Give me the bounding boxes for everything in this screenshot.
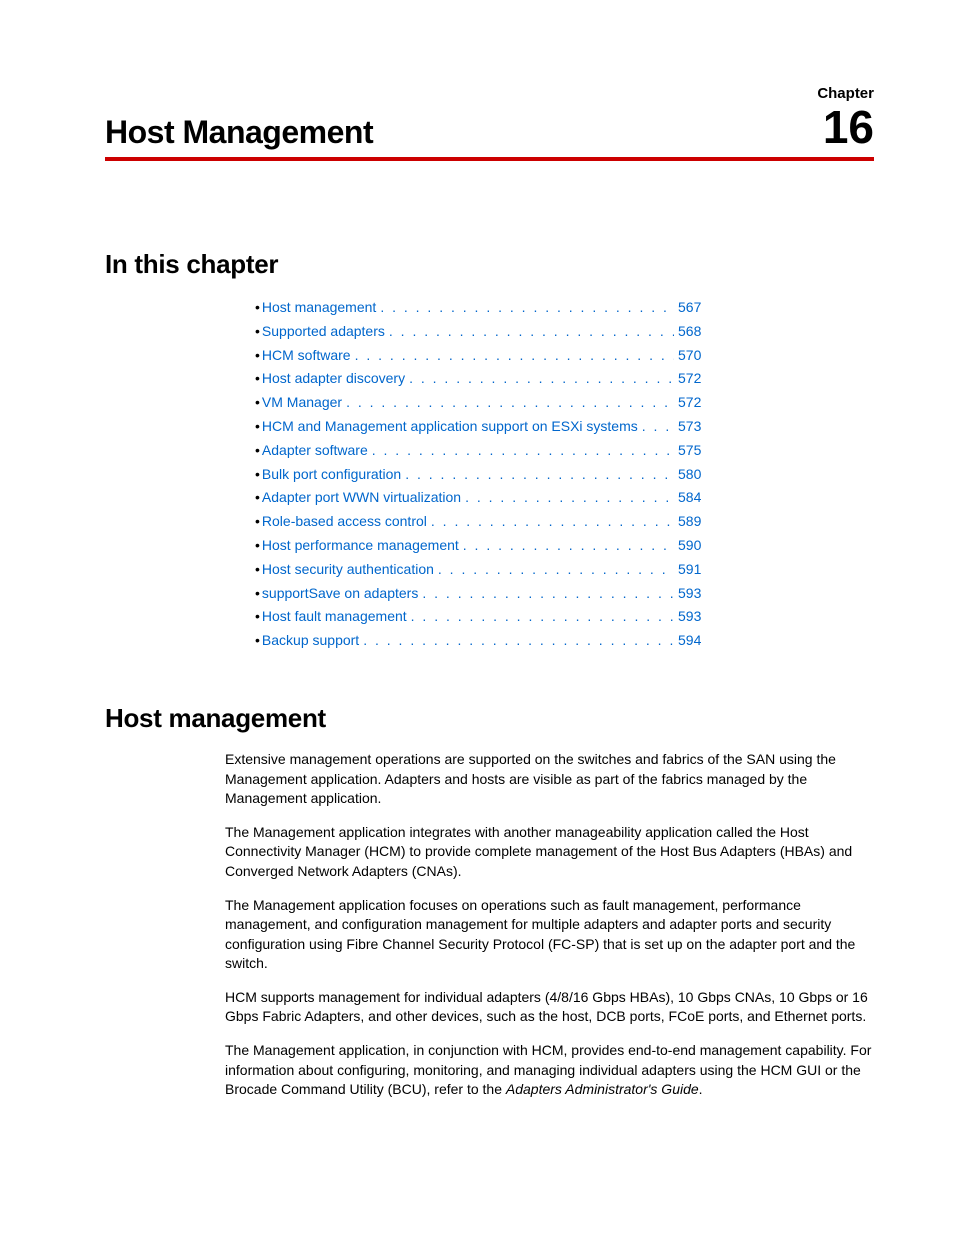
toc-page-number[interactable]: 591 bbox=[674, 558, 874, 582]
bullet-icon: • bbox=[255, 486, 260, 510]
toc-link[interactable]: Adapter software bbox=[262, 439, 368, 463]
toc-item[interactable]: •Host management 567 bbox=[255, 296, 874, 320]
toc-leader-dots bbox=[401, 463, 674, 487]
bullet-icon: • bbox=[255, 629, 260, 653]
toc-link[interactable]: HCM software bbox=[262, 344, 351, 368]
chapter-label: Chapter bbox=[105, 85, 874, 102]
toc-page-number[interactable]: 568 bbox=[674, 320, 874, 344]
toc-link[interactable]: Host fault management bbox=[262, 605, 407, 629]
toc-leader-dots bbox=[342, 391, 674, 415]
toc-leader-dots bbox=[405, 367, 674, 391]
toc-item[interactable]: •Host security authentication 591 bbox=[255, 558, 874, 582]
toc-item[interactable]: •Bulk port configuration 580 bbox=[255, 463, 874, 487]
toc-link[interactable]: Host management bbox=[262, 296, 376, 320]
toc-item[interactable]: •HCM and Management application support … bbox=[255, 415, 874, 439]
toc-list: •Host management567•Supported adapters56… bbox=[255, 296, 874, 653]
bullet-icon: • bbox=[255, 391, 260, 415]
body-text: Extensive management operations are supp… bbox=[225, 750, 874, 1100]
bullet-icon: • bbox=[255, 558, 260, 582]
bullet-icon: • bbox=[255, 320, 260, 344]
chapter-title: Host Management bbox=[105, 114, 373, 151]
toc-link[interactable]: Backup support bbox=[262, 629, 359, 653]
toc-leader-dots bbox=[418, 582, 674, 606]
toc-link[interactable]: Host security authentication bbox=[262, 558, 434, 582]
toc-page-number[interactable]: 572 bbox=[674, 367, 874, 391]
toc-item[interactable]: •Adapter port WWN virtualization 584 bbox=[255, 486, 874, 510]
toc-leader-dots bbox=[461, 486, 674, 510]
toc-leader-dots bbox=[351, 344, 674, 368]
toc-item[interactable]: •Adapter software 575 bbox=[255, 439, 874, 463]
chapter-number: 16 bbox=[823, 104, 874, 150]
bullet-icon: • bbox=[255, 296, 260, 320]
body-paragraph: The Management application integrates wi… bbox=[225, 823, 874, 882]
bullet-icon: • bbox=[255, 367, 260, 391]
toc-item[interactable]: •VM Manager 572 bbox=[255, 391, 874, 415]
toc-page-number[interactable]: 567 bbox=[674, 296, 874, 320]
body-paragraph: Extensive management operations are supp… bbox=[225, 750, 874, 809]
toc-page-number[interactable]: 590 bbox=[674, 534, 874, 558]
reference-title: Adapters Administrator's Guide bbox=[506, 1081, 699, 1097]
toc-link[interactable]: Role-based access control bbox=[262, 510, 427, 534]
toc-page-number[interactable]: 570 bbox=[674, 344, 874, 368]
toc-page-number[interactable]: 580 bbox=[674, 463, 874, 487]
toc-link[interactable]: Bulk port configuration bbox=[262, 463, 401, 487]
toc-leader-dots bbox=[427, 510, 674, 534]
toc-leader-dots bbox=[434, 558, 674, 582]
bullet-icon: • bbox=[255, 344, 260, 368]
toc-leader-dots bbox=[359, 629, 674, 653]
toc-page-number[interactable]: 573 bbox=[674, 415, 874, 439]
toc-page-number[interactable]: 594 bbox=[674, 629, 874, 653]
section-heading: Host management bbox=[105, 703, 874, 734]
toc-link[interactable]: supportSave on adapters bbox=[262, 582, 418, 606]
page: Chapter Host Management 16 In this chapt… bbox=[0, 0, 954, 1100]
toc-link[interactable]: HCM and Management application support o… bbox=[262, 415, 638, 439]
bullet-icon: • bbox=[255, 510, 260, 534]
toc-page-number[interactable]: 584 bbox=[674, 486, 874, 510]
toc-leader-dots bbox=[459, 534, 674, 558]
toc-item[interactable]: •Backup support 594 bbox=[255, 629, 874, 653]
toc-leader-dots bbox=[385, 320, 674, 344]
toc-leader-dots bbox=[376, 296, 674, 320]
toc-item[interactable]: •supportSave on adapters 593 bbox=[255, 582, 874, 606]
toc-page-number[interactable]: 575 bbox=[674, 439, 874, 463]
toc-page-number[interactable]: 589 bbox=[674, 510, 874, 534]
bullet-icon: • bbox=[255, 439, 260, 463]
bullet-icon: • bbox=[255, 534, 260, 558]
chapter-header: Host Management 16 bbox=[105, 104, 874, 161]
toc-item[interactable]: •Host performance management 590 bbox=[255, 534, 874, 558]
toc-page-number[interactable]: 593 bbox=[674, 605, 874, 629]
toc-item[interactable]: •Host fault management 593 bbox=[255, 605, 874, 629]
toc-item[interactable]: •HCM software 570 bbox=[255, 344, 874, 368]
toc-leader-dots bbox=[368, 439, 674, 463]
body-paragraph: The Management application focuses on op… bbox=[225, 896, 874, 974]
toc-link[interactable]: Host performance management bbox=[262, 534, 459, 558]
bullet-icon: • bbox=[255, 582, 260, 606]
toc-item[interactable]: •Supported adapters 568 bbox=[255, 320, 874, 344]
toc-link[interactable]: Adapter port WWN virtualization bbox=[262, 486, 461, 510]
toc-item[interactable]: •Role-based access control 589 bbox=[255, 510, 874, 534]
toc-link[interactable]: Host adapter discovery bbox=[262, 367, 405, 391]
bullet-icon: • bbox=[255, 605, 260, 629]
toc-leader-dots bbox=[638, 415, 674, 439]
bullet-icon: • bbox=[255, 463, 260, 487]
toc-link[interactable]: Supported adapters bbox=[262, 320, 385, 344]
toc-page-number[interactable]: 593 bbox=[674, 582, 874, 606]
text-run: . bbox=[699, 1081, 703, 1097]
body-paragraph: HCM supports management for individual a… bbox=[225, 988, 874, 1027]
body-paragraph: The Management application, in conjuncti… bbox=[225, 1041, 874, 1100]
toc-heading: In this chapter bbox=[105, 249, 874, 280]
toc-page-number[interactable]: 572 bbox=[674, 391, 874, 415]
bullet-icon: • bbox=[255, 415, 260, 439]
toc-leader-dots bbox=[407, 605, 674, 629]
toc-item[interactable]: •Host adapter discovery 572 bbox=[255, 367, 874, 391]
toc-link[interactable]: VM Manager bbox=[262, 391, 342, 415]
